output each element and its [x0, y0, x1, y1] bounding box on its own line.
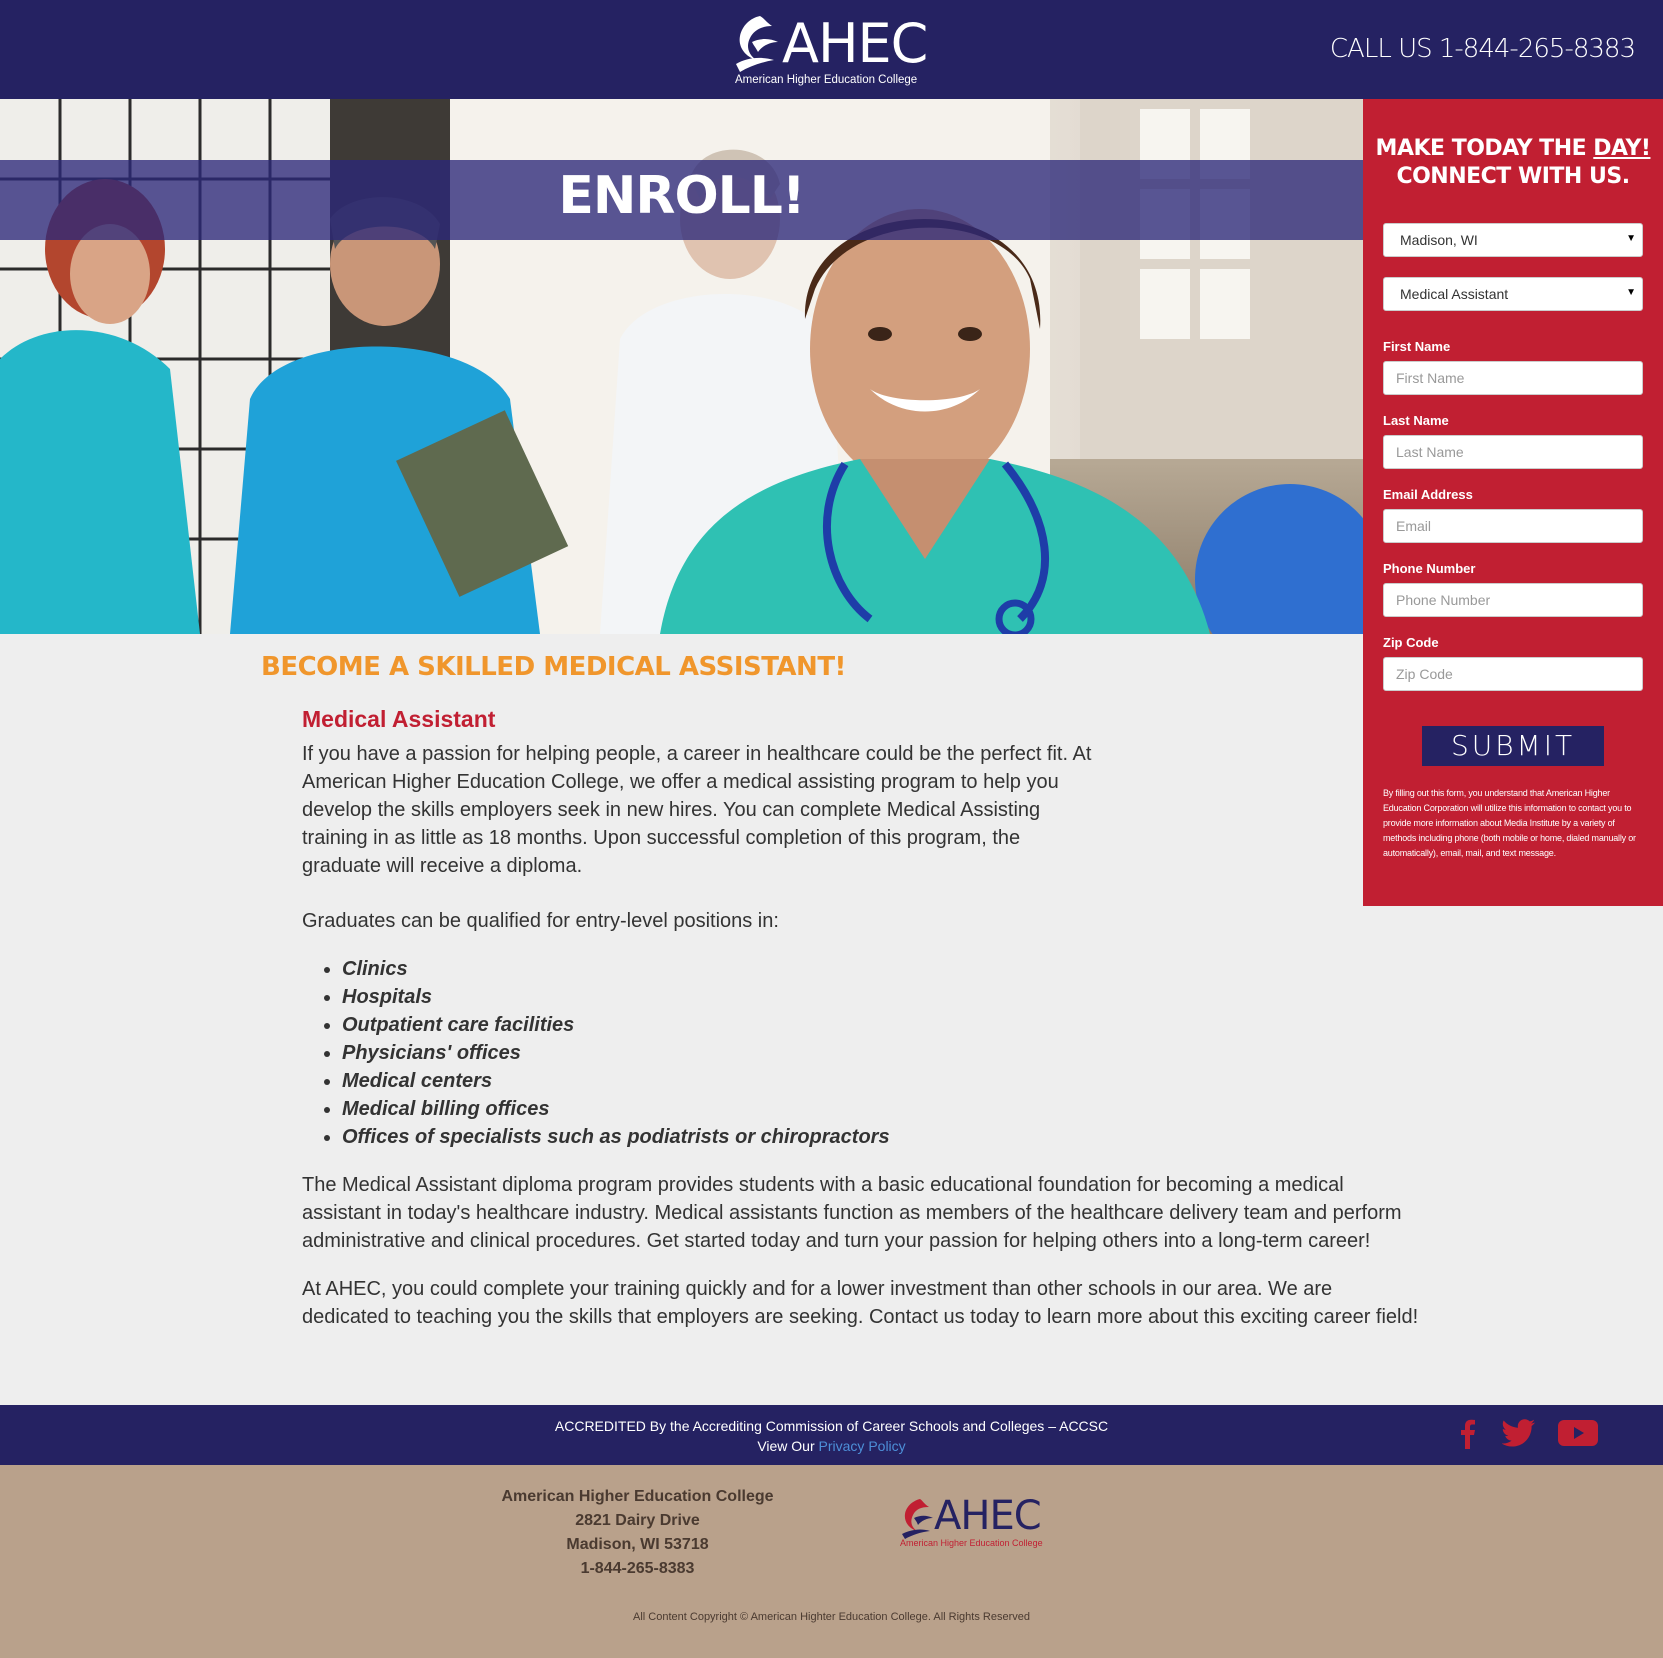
program-select[interactable]: Medical Assistant ▼	[1383, 277, 1643, 311]
program-select-value: Medical Assistant	[1400, 286, 1509, 302]
email-field[interactable]: Email	[1383, 509, 1643, 543]
program-title: Medical Assistant	[302, 706, 496, 732]
enroll-banner: ENROLL!	[0, 160, 1363, 240]
list-item: Outpatient care facilities	[342, 1011, 1422, 1039]
college-name: American Higher Education College	[501, 1488, 774, 1505]
zip-label: Zip Code	[1383, 635, 1439, 650]
site-header: AHEC American Higher Education College C…	[0, 0, 1663, 99]
site-footer: American Higher Education College 2821 D…	[0, 1465, 1663, 1658]
section-heading: BECOME A SKILLED MEDICAL ASSISTANT!	[261, 652, 846, 682]
first-name-label: First Name	[1383, 339, 1451, 354]
last-name-field[interactable]: Last Name	[1383, 435, 1643, 469]
footer-logo-subtitle: American Higher Education College	[900, 1538, 1043, 1548]
program-description: The Medical Assistant diploma program pr…	[302, 1174, 1402, 1252]
positions-list: Clinics Hospitals Outpatient care facili…	[342, 955, 1422, 1151]
enroll-heading: ENROLL!	[558, 166, 805, 226]
first-name-field[interactable]: First Name	[1383, 361, 1643, 395]
list-item: Physicians' offices	[342, 1039, 1422, 1067]
footer-phone[interactable]: 1-844-265-8383	[460, 1557, 815, 1581]
intro-paragraph: If you have a passion for helping people…	[302, 743, 1092, 877]
privacy-line: View Our Privacy Policy	[0, 1436, 1663, 1456]
logo-subtitle: American Higher Education College	[735, 74, 918, 86]
location-select-value: Madison, WI	[1400, 232, 1478, 248]
list-item: Offices of specialists such as podiatris…	[342, 1123, 1422, 1151]
last-name-placeholder: Last Name	[1396, 444, 1464, 460]
eagle-logo-icon	[736, 16, 778, 72]
phone-label: Phone Number	[1383, 561, 1476, 576]
eagle-logo-icon	[902, 1499, 933, 1539]
ahec-logo[interactable]: AHEC American Higher Education College	[730, 10, 940, 90]
chevron-down-icon: ▼	[1626, 287, 1636, 298]
phone-field[interactable]: Phone Number	[1383, 583, 1643, 617]
privacy-prefix: View Our	[757, 1438, 819, 1454]
form-title: MAKE TODAY THE DAY! CONNECT WITH US.	[1363, 135, 1663, 191]
last-name-label: Last Name	[1383, 413, 1449, 428]
privacy-policy-link[interactable]: Privacy Policy	[819, 1438, 906, 1454]
submit-button[interactable]: SUBMIT	[1422, 726, 1604, 766]
accreditation-line: ACCREDITED By the Accrediting Commission…	[554, 1418, 1109, 1434]
address-block: American Higher Education College 2821 D…	[460, 1485, 815, 1581]
form-title-prefix: MAKE TODAY THE	[1375, 136, 1594, 161]
email-label: Email Address	[1383, 487, 1473, 502]
logo-text: AHEC	[782, 12, 928, 75]
list-item: Hospitals	[342, 983, 1422, 1011]
footer-bar: ACCREDITED By the Accrediting Commission…	[0, 1405, 1663, 1465]
youtube-icon[interactable]	[1558, 1419, 1598, 1447]
list-item: Medical centers	[342, 1067, 1422, 1095]
closing-paragraph: At AHEC, you could complete your trainin…	[302, 1278, 1419, 1328]
list-item: Medical billing offices	[342, 1095, 1422, 1123]
facebook-icon[interactable]	[1460, 1419, 1476, 1449]
city-state-zip: Madison, WI 53718	[566, 1536, 709, 1553]
twitter-icon[interactable]	[1502, 1419, 1536, 1447]
form-disclaimer: By filling out this form, you understand…	[1383, 788, 1636, 858]
chevron-down-icon: ▼	[1626, 233, 1636, 244]
phone-placeholder: Phone Number	[1396, 592, 1491, 608]
zip-field[interactable]: Zip Code	[1383, 657, 1643, 691]
location-select[interactable]: Madison, WI ▼	[1383, 223, 1643, 257]
email-placeholder: Email	[1396, 518, 1432, 534]
positions-intro: Graduates can be qualified for entry-lev…	[302, 910, 779, 932]
zip-placeholder: Zip Code	[1396, 666, 1453, 682]
footer-logo-text: AHEC	[934, 1493, 1042, 1539]
program-content: Medical Assistant If you have a passion …	[302, 704, 1422, 1331]
copyright-text: All Content Copyright © American Highter…	[633, 1611, 1030, 1623]
form-title-emphasis: DAY!	[1593, 136, 1651, 161]
hero-image: ENROLL!	[0, 99, 1363, 634]
list-item: Clinics	[342, 955, 1422, 983]
accreditation-text: ACCREDITED By the Accrediting Commission…	[0, 1416, 1663, 1456]
call-us-phone[interactable]: CALL US 1-844-265-8383	[1330, 34, 1636, 64]
street-address: 2821 Dairy Drive	[575, 1512, 700, 1529]
first-name-placeholder: First Name	[1396, 370, 1465, 386]
form-title-line2: CONNECT WITH US.	[1396, 164, 1630, 189]
footer-ahec-logo[interactable]: AHEC American Higher Education College	[898, 1493, 1058, 1553]
